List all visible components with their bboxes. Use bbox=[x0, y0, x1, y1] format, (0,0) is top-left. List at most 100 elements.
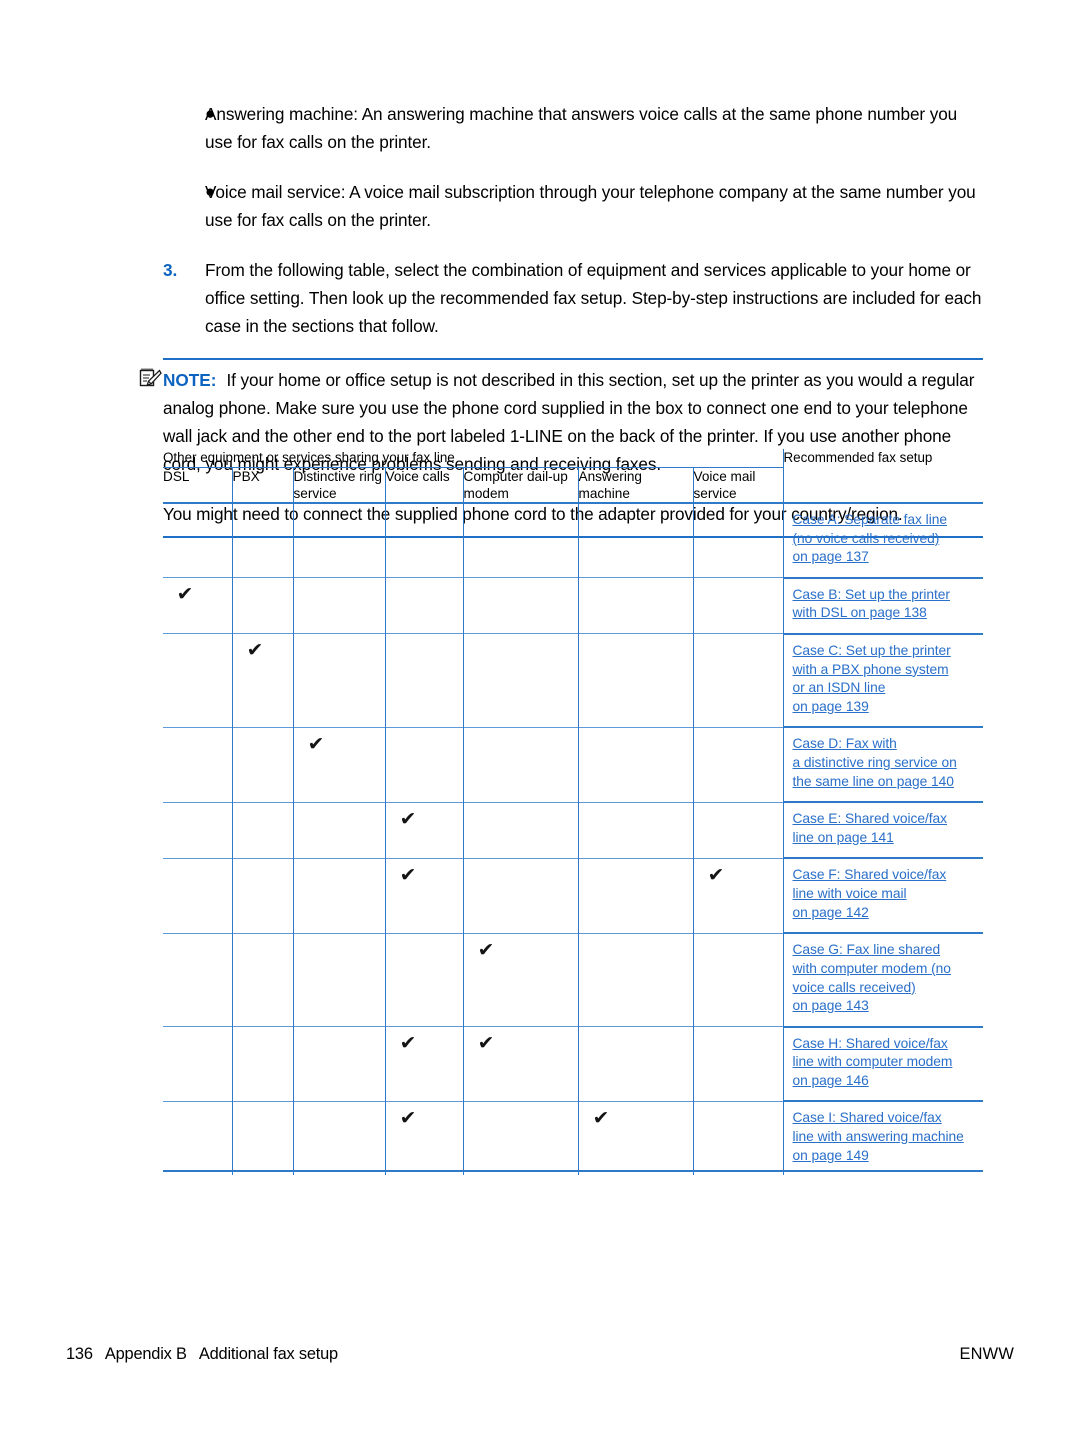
checkmark-cell-empty bbox=[163, 801, 233, 859]
checkmark-cell-checked: ✔ bbox=[385, 1100, 464, 1176]
note-label: NOTE: bbox=[163, 370, 217, 390]
fax-setup-table: Other equipment or services sharing your… bbox=[163, 449, 984, 1176]
case-link-line[interactable]: on page 143 bbox=[793, 997, 978, 1016]
checkmark-cell-empty bbox=[293, 1100, 386, 1176]
case-link-line[interactable]: a distinctive ring service on bbox=[793, 754, 978, 773]
checkmark-icon: ✔ bbox=[592, 1106, 609, 1129]
case-link-line[interactable]: Case F: Shared voice/fax bbox=[793, 866, 978, 885]
case-link-line[interactable]: Case A: Separate fax line bbox=[793, 511, 978, 530]
list-item: ● Answering machine: An answering machin… bbox=[163, 100, 983, 156]
case-link-line[interactable]: with DSL on page 138 bbox=[793, 604, 978, 623]
checkmark-cell-checked: ✔ bbox=[385, 801, 464, 859]
table-bottom-rule bbox=[163, 1170, 983, 1172]
checkmark-cell-empty bbox=[293, 801, 386, 859]
footer-locale-code: ENWW bbox=[959, 1345, 1014, 1363]
checkmark-cell-empty bbox=[693, 633, 784, 728]
checkmark-cell-empty bbox=[463, 577, 579, 634]
checkmark-cell-empty bbox=[232, 932, 294, 1027]
checkmark-cell-empty bbox=[163, 1100, 233, 1176]
case-link-line[interactable]: line on page 141 bbox=[793, 829, 978, 848]
case-link-line[interactable]: line with answering machine bbox=[793, 1128, 978, 1147]
case-link-line[interactable]: voice calls received) bbox=[793, 979, 978, 998]
checkmark-cell-empty bbox=[693, 1100, 784, 1176]
case-link-line[interactable]: Case E: Shared voice/fax bbox=[793, 810, 978, 829]
checkmark-cell-empty bbox=[232, 726, 294, 803]
case-link-line[interactable]: (no voice calls received) bbox=[793, 530, 978, 549]
checkmark-icon: ✔ bbox=[246, 639, 263, 662]
column-header-pbx: PBX bbox=[232, 467, 294, 503]
checkmark-cell-checked: ✔ bbox=[463, 932, 579, 1027]
checkmark-icon: ✔ bbox=[399, 807, 416, 830]
case-link[interactable]: Case I: Shared voice/fax line with answer… bbox=[793, 1109, 978, 1165]
column-header-voice-mail-service: Voice mail service bbox=[693, 467, 784, 503]
checkmark-icon: ✔ bbox=[477, 1032, 494, 1055]
case-link-line[interactable]: on page 137 bbox=[793, 548, 978, 567]
case-link-line[interactable]: with computer modem (no bbox=[793, 960, 978, 979]
recommendation-cell: Case F: Shared voice/fax line with voice … bbox=[783, 857, 984, 934]
checkmark-cell-checked: ✔ bbox=[385, 857, 464, 934]
checkmark-cell-empty bbox=[163, 857, 233, 934]
case-link[interactable]: Case H: Shared voice/fax line with comput… bbox=[793, 1035, 978, 1091]
checkmark-cell-empty bbox=[463, 801, 579, 859]
case-link-line[interactable]: on page 149 bbox=[793, 1147, 978, 1166]
checkmark-cell-empty bbox=[293, 857, 386, 934]
case-link-line[interactable]: or an ISDN line bbox=[793, 679, 978, 698]
checkmark-cell-checked: ✔ bbox=[163, 577, 233, 634]
list-item-text: Answering machine: An answering machine … bbox=[205, 104, 958, 152]
case-link-line[interactable]: on page 146 bbox=[793, 1072, 978, 1091]
table-row: ✔ Case B: Set up the printer with DSL on p… bbox=[163, 576, 984, 634]
table-row: ✔ Case E: Shared voice/fax line on page 14… bbox=[163, 801, 984, 859]
case-link[interactable]: Case E: Shared voice/fax line on page 141 bbox=[793, 810, 978, 847]
case-link-line[interactable]: on page 142 bbox=[793, 904, 978, 923]
checkmark-icon: ✔ bbox=[399, 863, 416, 886]
case-link-line[interactable]: Case I: Shared voice/fax bbox=[793, 1109, 978, 1128]
case-link[interactable]: Case F: Shared voice/fax line with voice … bbox=[793, 866, 978, 922]
case-link-line[interactable]: line with computer modem bbox=[793, 1053, 978, 1072]
case-link-line[interactable]: Case D: Fax with bbox=[793, 735, 978, 754]
checkmark-icon: ✔ bbox=[399, 1032, 416, 1055]
checkmark-cell-empty bbox=[293, 633, 386, 728]
checkmark-cell-empty bbox=[463, 1100, 579, 1176]
checkmark-cell-empty bbox=[163, 502, 233, 578]
checkmark-cell-checked: ✔ bbox=[463, 1026, 579, 1102]
case-link[interactable]: Case C: Set up the printer with a PBX pho… bbox=[793, 642, 978, 716]
checkmark-cell-empty bbox=[693, 502, 784, 578]
checkmark-cell-empty bbox=[385, 726, 464, 803]
table-body: Case A: Separate fax line (no voice calls… bbox=[163, 502, 984, 1176]
table-row: Case A: Separate fax line (no voice calls… bbox=[163, 502, 984, 578]
checkmark-cell-empty bbox=[693, 726, 784, 803]
case-link-line[interactable]: Case H: Shared voice/fax bbox=[793, 1035, 978, 1054]
case-link[interactable]: Case A: Separate fax line (no voice calls… bbox=[793, 511, 978, 567]
checkmark-cell-empty bbox=[293, 577, 386, 634]
checkmark-cell-empty bbox=[163, 932, 233, 1027]
checkmark-cell-empty bbox=[385, 577, 464, 634]
checkmark-cell-checked: ✔ bbox=[293, 726, 386, 803]
case-link[interactable]: Case G: Fax line shared with computer mod… bbox=[793, 941, 978, 1015]
checkmark-cell-empty bbox=[693, 577, 784, 634]
checkmark-cell-empty bbox=[293, 1026, 386, 1102]
checkmark-cell-empty bbox=[578, 857, 694, 934]
case-link-line[interactable]: Case B: Set up the printer bbox=[793, 586, 978, 605]
case-link-line[interactable]: Case G: Fax line shared bbox=[793, 941, 978, 960]
bullet-icon: ● bbox=[205, 104, 216, 123]
case-link[interactable]: Case D: Fax with a distinctive ring servi… bbox=[793, 735, 978, 791]
checkmark-cell-empty bbox=[232, 857, 294, 934]
case-link[interactable]: Case B: Set up the printer with DSL on pa… bbox=[793, 586, 978, 623]
case-link-line[interactable]: line with voice mail bbox=[793, 885, 978, 904]
case-link-line[interactable]: Case C: Set up the printer bbox=[793, 642, 978, 661]
checkmark-cell-empty bbox=[578, 801, 694, 859]
table-group-header-recommendation: Recommended fax setup bbox=[783, 450, 933, 465]
column-header-answering-machine: Answering machine bbox=[578, 467, 694, 503]
case-link-line[interactable]: on page 139 bbox=[793, 698, 978, 717]
table-group-header-row: Other equipment or services sharing your… bbox=[163, 449, 983, 468]
recommendation-cell: Case C: Set up the printer with a PBX pho… bbox=[783, 632, 984, 728]
checkmark-cell-empty bbox=[385, 502, 464, 578]
list-item-text: Voice mail service: A voice mail subscri… bbox=[205, 182, 976, 230]
numbered-step: 3. From the following table, select the … bbox=[163, 256, 983, 340]
recommendation-cell: Case D: Fax with a distinctive ring servi… bbox=[783, 726, 984, 803]
recommendation-cell: Case G: Fax line shared with computer mod… bbox=[783, 932, 984, 1027]
case-link-line[interactable]: the same line on page 140 bbox=[793, 773, 978, 792]
note-pencil-icon bbox=[138, 366, 162, 390]
case-link-line[interactable]: with a PBX phone system bbox=[793, 661, 978, 680]
checkmark-cell-empty bbox=[693, 932, 784, 1027]
